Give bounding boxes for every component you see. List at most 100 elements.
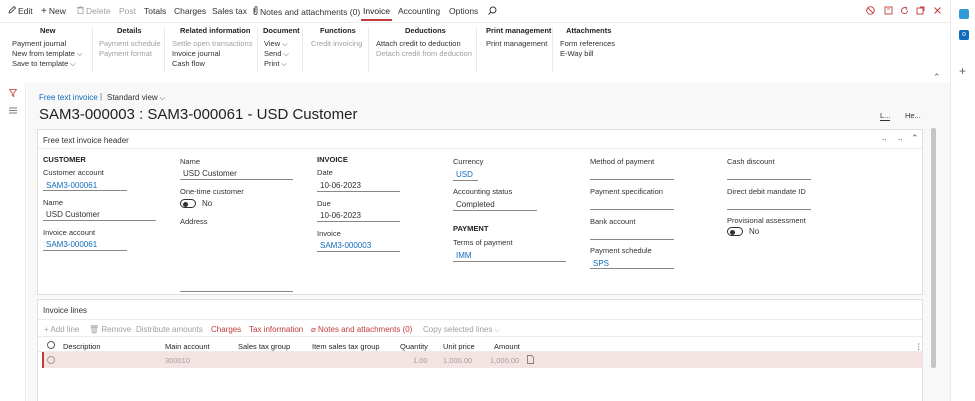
- page-scrollbar[interactable]: [931, 128, 936, 368]
- column-description[interactable]: Description: [63, 342, 101, 351]
- lines-view-button[interactable]: L...: [880, 111, 891, 121]
- tab-options[interactable]: Options: [449, 6, 478, 16]
- tax-information-button[interactable]: Tax information: [249, 325, 303, 334]
- office-icon[interactable]: [884, 6, 893, 15]
- name-field[interactable]: USD Customer: [183, 169, 237, 178]
- save-to-template-button[interactable]: Save to template ⌵: [12, 59, 76, 69]
- ribbon-group-document-title: Document: [263, 26, 300, 35]
- attach-credit-button[interactable]: Attach credit to deduction: [376, 39, 461, 48]
- column-sales-tax-group[interactable]: Sales tax group: [238, 342, 290, 351]
- payment-schedule-field[interactable]: SPS: [593, 259, 609, 268]
- terms-of-payment-field[interactable]: IMM: [456, 251, 472, 260]
- breadcrumb[interactable]: Free text invoice: [39, 93, 98, 102]
- distribute-amounts-button[interactable]: Distribute amounts: [136, 325, 203, 334]
- invoice-journal-button[interactable]: Invoice journal: [172, 49, 220, 58]
- new-button[interactable]: + New: [41, 6, 66, 17]
- invoice-account-field[interactable]: SAM3-000061: [46, 240, 97, 249]
- ribbon-separator: [164, 27, 165, 72]
- due-underline: [317, 221, 400, 222]
- column-main-account[interactable]: Main account: [165, 342, 210, 351]
- print-management-button[interactable]: Print management: [486, 39, 547, 48]
- chevron-down-icon: ⌵: [282, 41, 288, 48]
- payment-section-heading: PAYMENT: [453, 224, 489, 233]
- ribbon-separator: [368, 27, 369, 72]
- e-way-bill-button[interactable]: E-Way bill: [560, 49, 593, 58]
- ribbon-group-attachments-title: Attachments: [566, 26, 612, 35]
- print-button[interactable]: Print ⌵: [264, 59, 287, 69]
- column-item-sales-tax-group[interactable]: Item sales tax group: [312, 342, 380, 351]
- charges-button[interactable]: Charges: [174, 6, 206, 16]
- copy-selected-lines-button[interactable]: Copy selected lines ⌵: [423, 325, 500, 335]
- notes-button[interactable]: Notes and attachments (0): [253, 6, 360, 17]
- tab-accounting[interactable]: Accounting: [398, 6, 440, 16]
- new-from-template-button[interactable]: New from template ⌵: [12, 49, 82, 59]
- cash-discount-underline: [727, 179, 811, 180]
- stop-icon[interactable]: [866, 6, 875, 15]
- cash-flow-button[interactable]: Cash flow: [172, 59, 205, 68]
- due-field[interactable]: 10-06-2023: [320, 211, 361, 220]
- refresh-icon[interactable]: [900, 6, 909, 15]
- payment-schedule-button[interactable]: Payment schedule: [99, 39, 161, 48]
- column-quantity[interactable]: Quantity: [400, 342, 428, 351]
- trash-icon: [77, 6, 84, 14]
- add-line-button[interactable]: + Add line: [44, 325, 79, 334]
- date-field[interactable]: 10-06-2023: [320, 181, 361, 190]
- column-unit-price[interactable]: Unit price: [443, 342, 475, 351]
- breadcrumb-separator: |: [100, 92, 103, 101]
- line-notes-button[interactable]: ⌀ Notes and attachments (0): [311, 325, 412, 334]
- ribbon-divider: [0, 22, 950, 23]
- customer-name-underline: [43, 220, 156, 221]
- document-icon[interactable]: [527, 355, 534, 364]
- close-icon[interactable]: [933, 6, 942, 15]
- column-amount[interactable]: Amount: [494, 342, 520, 351]
- collapse-ribbon-icon[interactable]: ⌃: [933, 72, 941, 83]
- currency-field[interactable]: USD: [456, 170, 473, 179]
- add-icon[interactable]: +: [959, 64, 966, 78]
- detach-credit-button[interactable]: Detach credit from deduction: [376, 49, 472, 58]
- list-icon[interactable]: [9, 107, 17, 114]
- filter-icon[interactable]: [9, 89, 17, 97]
- row-select-radio[interactable]: [47, 356, 55, 364]
- search-icon[interactable]: [488, 6, 497, 15]
- payment-format-button[interactable]: Payment format: [99, 49, 152, 58]
- one-time-customer-toggle[interactable]: [180, 199, 196, 208]
- credit-invoicing-button[interactable]: Credit invoicing: [311, 39, 362, 48]
- open-new-window-icon[interactable]: [916, 6, 925, 15]
- outlook-icon[interactable]: o: [959, 30, 969, 40]
- header-view-button[interactable]: He...: [905, 111, 921, 120]
- plus-icon: +: [41, 6, 47, 17]
- sales-tax-button[interactable]: Sales tax: [212, 6, 247, 16]
- tab-invoice[interactable]: Invoice: [361, 6, 392, 21]
- bank-account-label: Bank account: [590, 217, 636, 226]
- collapse-header-icon[interactable]: ⌃: [911, 133, 919, 144]
- ribbon-group-deductions-title: Deductions: [405, 26, 446, 35]
- cell-unit-price[interactable]: 1,000.00: [443, 356, 472, 365]
- send-button[interactable]: Send ⌵: [264, 49, 289, 59]
- provisional-assessment-toggle[interactable]: [727, 227, 743, 236]
- edit-button[interactable]: Edit: [8, 6, 33, 16]
- grid-options-icon[interactable]: ⋮: [915, 342, 923, 351]
- settle-open-transactions-button[interactable]: Settle open transactions: [172, 39, 252, 48]
- accounting-status-field[interactable]: Completed: [456, 200, 495, 209]
- customer-name-field[interactable]: USD Customer: [46, 210, 100, 219]
- view-button[interactable]: View ⌵: [264, 39, 287, 49]
- payment-journal-button[interactable]: Payment journal: [12, 39, 66, 48]
- invoice-field[interactable]: SAM3-000003: [320, 241, 371, 250]
- app-icon-blue[interactable]: [959, 9, 969, 19]
- cell-amount[interactable]: 1,000.00: [490, 356, 519, 365]
- select-all-radio[interactable]: [47, 341, 55, 349]
- payment-schedule-underline: [590, 268, 674, 269]
- ribbon-separator: [552, 27, 553, 72]
- header-panel-menu-button[interactable]: ..: [898, 133, 902, 142]
- post-button[interactable]: Post: [119, 6, 136, 16]
- cell-main-account[interactable]: 300010: [165, 356, 190, 365]
- delete-button[interactable]: Delete: [77, 6, 111, 16]
- cell-quantity[interactable]: 1.00: [413, 356, 428, 365]
- header-panel-more-button[interactable]: ..: [882, 133, 886, 142]
- totals-button[interactable]: Totals: [144, 6, 166, 16]
- customer-account-field[interactable]: SAM3-000061: [46, 181, 97, 190]
- remove-button[interactable]: 🗑︎ Remove: [89, 325, 131, 334]
- line-charges-button[interactable]: Charges: [211, 325, 241, 334]
- view-selector[interactable]: Standard view ⌵: [107, 93, 165, 103]
- form-references-button[interactable]: Form references: [560, 39, 615, 48]
